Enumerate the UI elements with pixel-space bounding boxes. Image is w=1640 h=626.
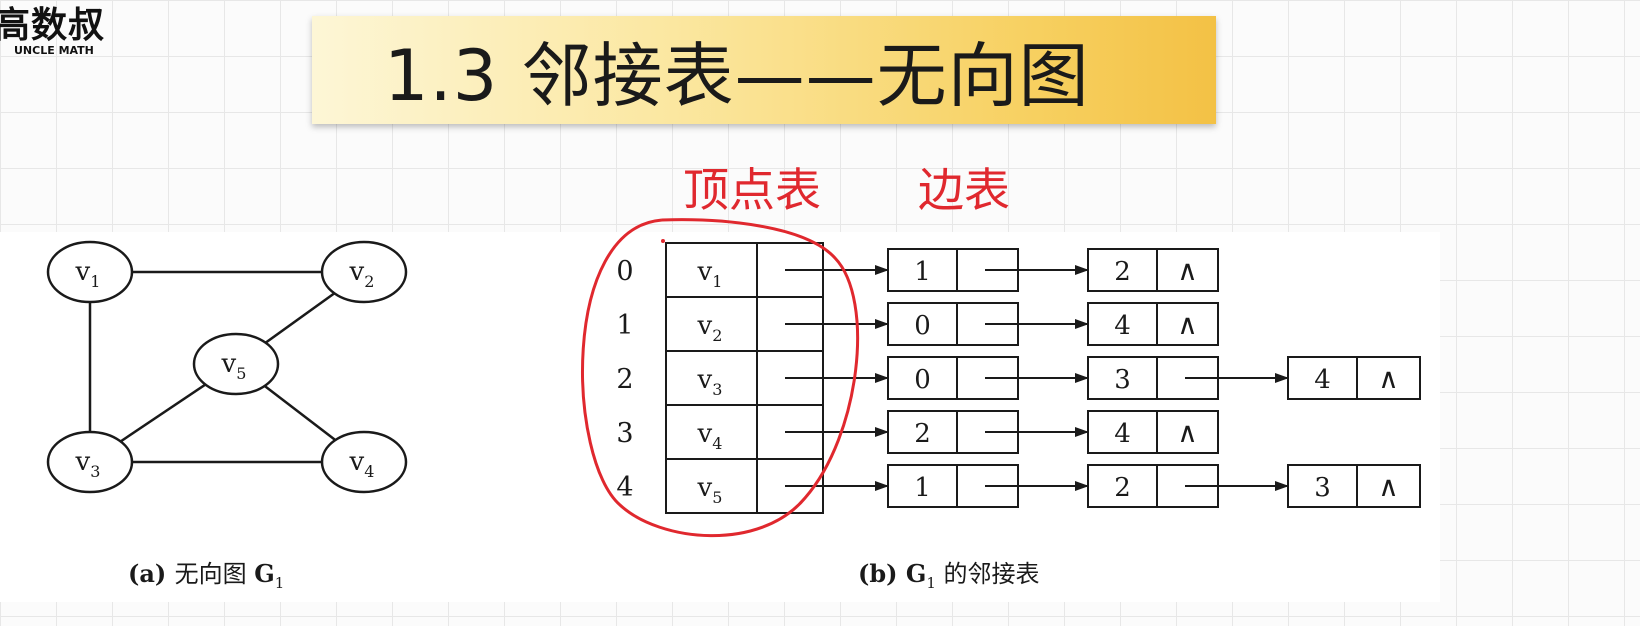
graph-caption: (a) 无向图 G1 — [128, 559, 284, 592]
vertex-table-label: 顶点表 — [683, 163, 821, 217]
edge-node-value: 4 — [1314, 365, 1331, 395]
adjacency-table: 0 v1 1 2 ∧1 v2 0 4 ∧2 v3 0 3 4 ∧3 v4 2 4 ∧4 v5 1 2 3 ∧ — [616, 242, 1421, 514]
vertex-index-3: 3 — [616, 418, 633, 449]
null-pointer-symbol: ∧ — [1177, 416, 1198, 449]
edge-node-value: 0 — [914, 311, 931, 341]
vertex-index-1: 1 — [616, 310, 633, 341]
edge-node-value: 2 — [1114, 257, 1131, 287]
edge-table-label: 边表 — [918, 163, 1010, 217]
adjacency-list-diagram: v1 v2v3 v4v5 0 v1 1 2 ∧1 v2 0 4 ∧2 v3 0 3 4 ∧3 v4 2 4 ∧4 v5 1… — [46, 163, 1421, 592]
edge-node-value: 4 — [1114, 311, 1131, 341]
captions: (a) 无向图 G1 (b) G1 的邻接表 — [128, 559, 1040, 592]
null-pointer-symbol: ∧ — [1378, 470, 1399, 503]
edge-node-value: 2 — [1114, 473, 1131, 503]
edge-node-value: 1 — [914, 257, 931, 287]
adjacency-caption: (b) G1 的邻接表 — [858, 559, 1040, 592]
edge-node-value: 1 — [914, 473, 931, 503]
edge-node-value: 0 — [914, 365, 931, 395]
edge-node-value: 4 — [1114, 419, 1131, 449]
vertex-index-0: 0 — [616, 256, 633, 287]
edge-node-value: 3 — [1114, 365, 1131, 395]
null-pointer-symbol: ∧ — [1177, 308, 1198, 341]
vertex-index-4: 4 — [616, 472, 633, 503]
vertex-index-2: 2 — [616, 364, 633, 395]
annotation-dot — [661, 239, 665, 243]
null-pointer-symbol: ∧ — [1177, 254, 1198, 287]
edge-node-value: 2 — [914, 419, 931, 449]
null-pointer-symbol: ∧ — [1378, 362, 1399, 395]
undirected-graph: v1 v2v3 v4v5 — [46, 240, 408, 494]
edge-node-value: 3 — [1314, 473, 1331, 503]
